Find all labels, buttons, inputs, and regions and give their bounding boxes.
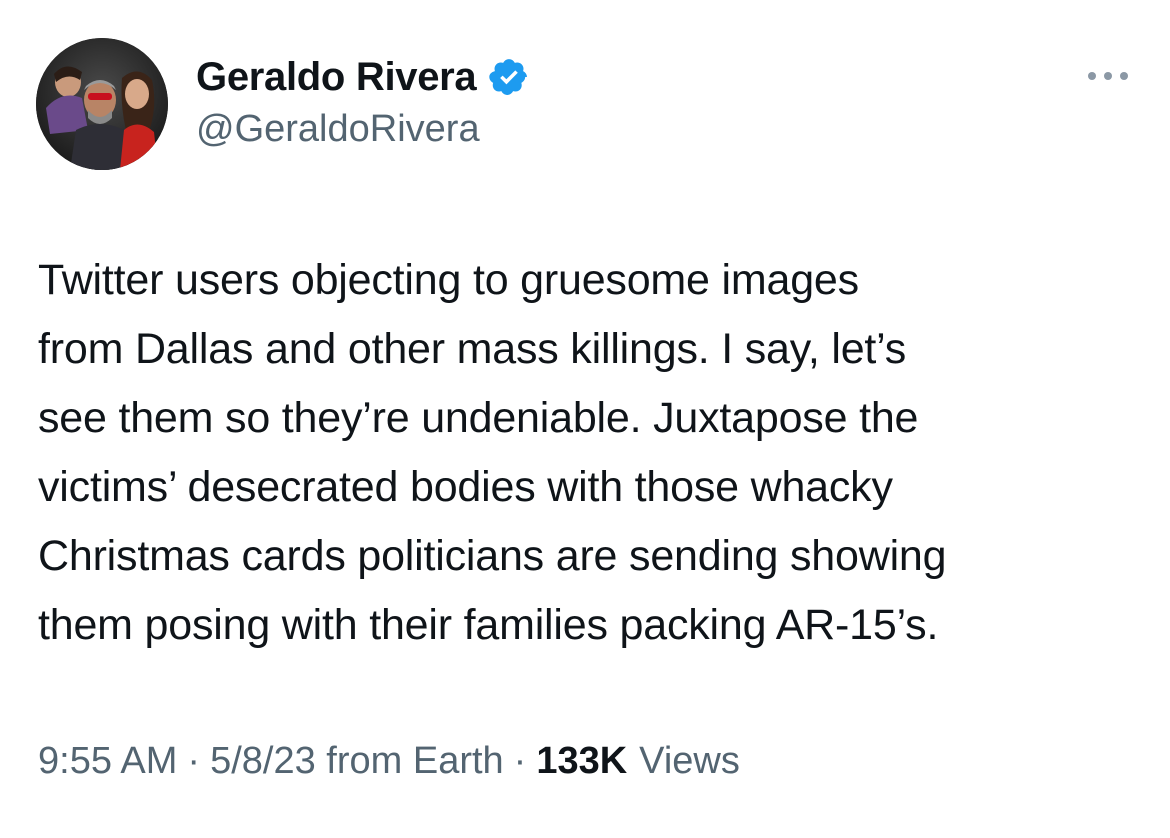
profile-photo	[36, 38, 168, 170]
views-label[interactable]: Views	[639, 740, 740, 783]
tweet-meta: 9:55 AM · 5/8/23 from Earth · 133K Views	[38, 740, 740, 783]
tweet-time[interactable]: 9:55 AM	[38, 740, 177, 783]
more-options-icon	[1088, 72, 1128, 80]
author-display-name[interactable]: Geraldo Rivera	[196, 55, 477, 100]
author-name-row: Geraldo Rivera	[196, 52, 530, 102]
views-count[interactable]: 133K	[536, 740, 627, 783]
more-options-button[interactable]	[1080, 58, 1136, 94]
meta-separator: ·	[187, 740, 201, 782]
tweet-card: Geraldo Rivera @GeraldoRivera Twitter us…	[0, 0, 1170, 838]
tweet-date-source[interactable]: 5/8/23 from Earth	[210, 740, 504, 783]
author-handle[interactable]: @GeraldoRivera	[196, 108, 480, 151]
avatar[interactable]	[36, 38, 168, 170]
tweet-text: Twitter users objecting to gruesome imag…	[38, 256, 947, 649]
meta-separator: ·	[513, 740, 527, 782]
verified-badge-icon[interactable]	[488, 56, 530, 98]
